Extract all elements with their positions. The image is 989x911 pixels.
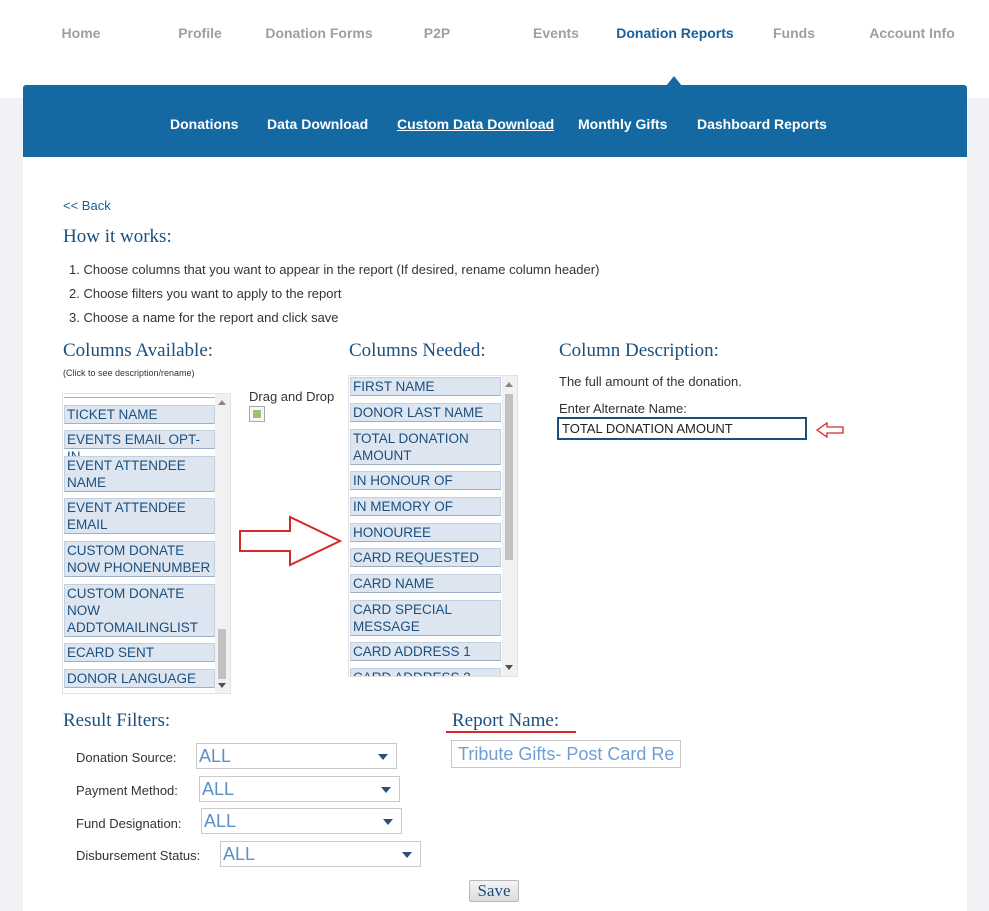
alternate-name-label: Enter Alternate Name: [559, 401, 687, 416]
result-filters-title: Result Filters: [63, 710, 171, 731]
subnav-donations[interactable]: Donations [170, 116, 238, 132]
list-item[interactable]: EVENT ATTENDEE NAME [64, 456, 215, 492]
nav-profile[interactable]: Profile [141, 0, 259, 66]
subnav-monthly-gifts[interactable]: Monthly Gifts [578, 116, 667, 132]
fund-designation-label: Fund Designation: [76, 816, 182, 831]
scroll-thumb[interactable] [218, 629, 226, 679]
chevron-down-icon [383, 819, 393, 825]
select-value: ALL [202, 779, 235, 799]
scrollbar[interactable] [215, 394, 230, 693]
scroll-down-icon[interactable] [505, 665, 513, 670]
alternate-name-input[interactable] [557, 417, 807, 440]
left-arrow-annotation-icon [815, 421, 844, 439]
columns-needed-list[interactable]: FIRST NAME DONOR LAST NAME TOTAL DONATIO… [348, 375, 518, 677]
steps-list: 1. Choose columns that you want to appea… [69, 262, 599, 334]
list-item[interactable]: ECARD SENT [64, 643, 215, 662]
nav-p2p[interactable]: P2P [378, 0, 496, 66]
step-item: 3. Choose a name for the report and clic… [69, 310, 339, 325]
scroll-thumb[interactable] [505, 394, 513, 560]
list-item[interactable]: CUSTOM DONATE NOW ADDTOMAILINGLIST [64, 584, 215, 637]
list-item[interactable]: IN MEMORY OF [350, 497, 501, 516]
chevron-down-icon [378, 754, 388, 760]
subnav-data-download[interactable]: Data Download [267, 116, 368, 132]
select-value: ALL [199, 746, 232, 766]
column-description-title: Column Description: [559, 340, 719, 361]
chevron-down-icon [381, 787, 391, 793]
list-item[interactable]: EVENTS EMAIL OPT-IN [64, 430, 215, 464]
list-item[interactable]: DONOR LANGUAGE [64, 669, 215, 688]
drag-drop-image-icon [249, 406, 265, 422]
chevron-down-icon [402, 852, 412, 858]
back-link[interactable]: << Back [63, 198, 111, 213]
scrollbar[interactable] [502, 376, 517, 676]
select-value: ALL [223, 844, 256, 864]
columns-available-title: Columns Available: [63, 340, 214, 361]
subnav-dashboard-reports[interactable]: Dashboard Reports [697, 116, 827, 132]
disbursement-status-label: Disbursement Status: [76, 848, 201, 863]
scroll-up-icon[interactable] [505, 382, 513, 387]
payment-method-label: Payment Method: [76, 783, 178, 798]
columns-needed-title: Columns Needed: [349, 340, 486, 361]
right-arrow-annotation-icon [239, 515, 343, 567]
scroll-up-icon[interactable] [218, 400, 226, 405]
nav-donation-reports[interactable]: Donation Reports [616, 0, 734, 66]
list-item[interactable]: HONOUREE [350, 523, 501, 542]
save-button[interactable]: Save [469, 880, 519, 902]
sub-nav: Donations Data Download Custom Data Down… [23, 85, 967, 157]
columns-available-note: (Click to see description/rename) [63, 368, 195, 378]
list-item[interactable]: FIRST NAME [350, 377, 501, 396]
list-item[interactable]: CARD SPECIAL MESSAGE [350, 600, 501, 636]
nav-account-info[interactable]: Account Info [853, 0, 971, 66]
nav-funds[interactable]: Funds [735, 0, 853, 66]
list-item[interactable]: CARD ADDRESS 1 [350, 642, 501, 661]
scroll-down-icon[interactable] [218, 683, 226, 688]
top-nav: Home Profile Donation Forms P2P Events D… [0, 0, 989, 98]
select-value: ALL [204, 811, 237, 831]
nav-home[interactable]: Home [22, 0, 140, 66]
list-item[interactable]: CUSTOM DONATE NOW PHONENUMBER [64, 541, 215, 577]
underline-annotation [446, 731, 576, 733]
payment-method-select[interactable]: ALL [199, 776, 400, 802]
list-item[interactable]: EVENT ATTENDEE EMAIL [64, 498, 215, 534]
list-item[interactable]: TICKET NAME [64, 405, 215, 424]
donation-source-select[interactable]: ALL [196, 743, 397, 769]
nav-events[interactable]: Events [497, 0, 615, 66]
step-item: 2. Choose filters you want to apply to t… [69, 286, 342, 301]
column-description-text: The full amount of the donation. [559, 374, 742, 389]
donation-source-label: Donation Source: [76, 750, 177, 765]
columns-available-list[interactable]: TICKET NAME EVENTS EMAIL OPT-IN EVENT AT… [62, 393, 231, 694]
nav-donation-forms[interactable]: Donation Forms [260, 0, 378, 66]
list-item[interactable]: CARD REQUESTED [350, 548, 501, 567]
active-nav-caret [666, 76, 682, 86]
disbursement-status-select[interactable]: ALL [220, 841, 421, 867]
drag-drop-label: Drag and Drop [249, 389, 335, 404]
step-item: 1. Choose columns that you want to appea… [69, 262, 600, 277]
how-it-works-title: How it works: [63, 226, 172, 247]
list-item-partial [64, 394, 215, 398]
list-item[interactable]: IN HONOUR OF [350, 471, 501, 490]
report-name-input[interactable]: Tribute Gifts- Post Card Re [451, 740, 681, 768]
list-item[interactable]: DONOR LAST NAME [350, 403, 501, 422]
subnav-custom-data-download[interactable]: Custom Data Download [397, 116, 554, 132]
list-item[interactable]: CARD NAME [350, 574, 501, 593]
fund-designation-select[interactable]: ALL [201, 808, 402, 834]
list-item[interactable]: TOTAL DONATION AMOUNT [350, 429, 501, 465]
report-name-title: Report Name: [452, 710, 560, 731]
list-item[interactable]: CARD ADDRESS 2 [350, 668, 501, 676]
